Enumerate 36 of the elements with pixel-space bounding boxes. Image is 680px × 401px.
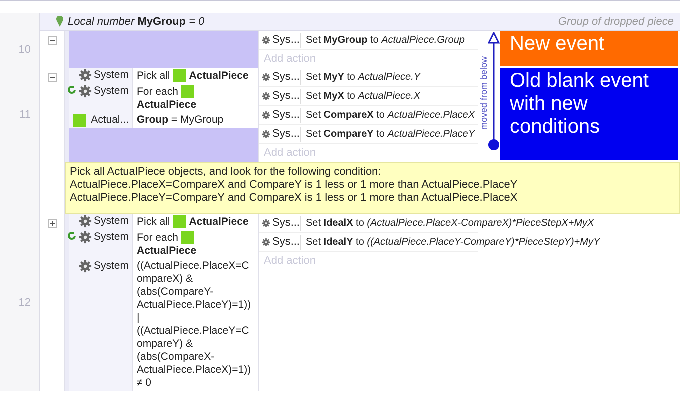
object-name: System [94,85,129,97]
action-object: Sys... [272,34,300,46]
action-object: Sys... [272,90,300,102]
object-name: Actual... [91,114,129,126]
action-object: Sys... [272,217,300,229]
object-name: System [94,215,129,227]
object-name: System [94,231,129,243]
annotation-label: New event [500,31,678,66]
condition-block[interactable]: System Pick all ActualPiece System For each ActualPiece Actual... Group = MyGroup [65,68,258,162]
line-number: 12 [18,296,31,308]
action-text[interactable]: Set CompareX to ActualPiece.PlaceX [301,110,478,120]
action-text[interactable]: Set CompareY to ActualPiece.PlaceY [301,128,478,140]
line-number: 11 [20,109,31,121]
action-object: Sys... [272,236,300,248]
action-object: Sys... [272,71,300,83]
action-text[interactable]: Set IdealX to (ActualPiece.PlaceX-CompareX)*PieceStepX+MyX [301,218,594,228]
object-name: System [94,260,129,272]
variable-comment: Group of dropped piece [558,16,674,28]
condition-text[interactable]: For each ActualPiece [132,230,258,259]
action-text[interactable]: Set IdealY to ((ActualPiece.PlaceY-CompareY)*PieceStepY)+MyY [301,236,600,248]
action-text[interactable]: Set MyGroup to ActualPiece.Group [301,34,478,46]
action-text[interactable]: Set MyX to ActualPiece.X [301,90,478,102]
condition-text[interactable]: For each ActualPiece [132,84,258,113]
action-text[interactable]: Set MyY to ActualPiece.Y [301,72,478,82]
condition-text[interactable]: Pick all ActualPiece [132,68,258,84]
condition-text[interactable]: ((ActualPiece.PlaceX=CompareX) & (abs(CompareY-ActualPiece.PlaceY)=1)) | ((ActualPiece.PlaceY=CompareY) & (abs(CompareX-ActualPiece.PlaceX)=1)) ≠ 0 [132,259,258,391]
variable-declaration[interactable]: Local number MyGroup = 0 [68,16,205,28]
annotation-label: Old blank event with new conditions [500,68,678,160]
condition-text[interactable]: Pick all ActualPiece [132,214,258,230]
line-number: 10 [18,44,31,56]
condition-text[interactable]: Group = MyGroup [132,113,258,128]
object-name: System [94,69,129,81]
action-object: Sys... [272,109,300,121]
action-object: Sys... [272,128,300,140]
arrow-label: moved from below [479,56,489,132]
comment-text[interactable]: Pick all ActualPiece objects, and look for the following condition: ActualPiece.PlaceX=CompareX and CompareY is 1 less or 1 more than ActualPiece.PlaceY ActualPiece.PlaceY=CompareY and CompareX is 1 less or 1 more than ActualPiece.PlaceX [65,162,680,214]
